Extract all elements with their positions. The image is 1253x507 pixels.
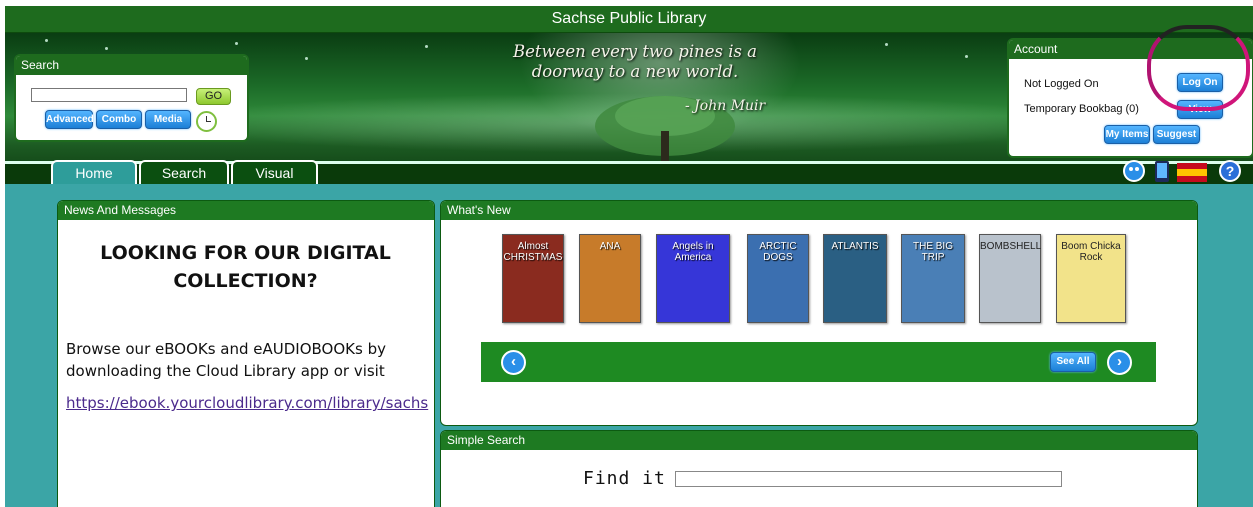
news-title: LOOKING FOR OUR DIGITAL COLLECTION?	[58, 239, 433, 295]
login-status: Not Logged On	[1024, 78, 1099, 90]
media-search-button[interactable]: Media	[145, 110, 191, 129]
find-it-input[interactable]	[675, 471, 1062, 487]
news-panel-header: News And Messages	[58, 201, 434, 220]
header-icon-group: ?	[1123, 160, 1241, 182]
svg-text:?: ?	[1226, 163, 1235, 179]
news-body-line-2: downloading the Cloud Library app or vis…	[66, 362, 385, 380]
cover-title: THE BIG TRIP	[912, 241, 953, 263]
news-body: Browse our eBOOKs and eAUDIOBOOKs by dow…	[66, 338, 426, 382]
cover-title: Almost CHRISTMAS	[503, 241, 563, 263]
cover-arctic-dogs[interactable]: ARCTIC DOGS	[747, 234, 809, 323]
quote-author: - John Muir	[685, 98, 766, 114]
cover-almost-christmas[interactable]: Almost CHRISTMAS	[502, 234, 564, 323]
combo-search-button[interactable]: Combo	[96, 110, 142, 129]
cover-title: Angels in America	[672, 241, 714, 263]
tab-visual[interactable]: Visual	[231, 160, 318, 185]
quote-line-2: doorway to a new world.	[531, 62, 739, 81]
my-items-button[interactable]: My Items	[1104, 125, 1150, 144]
arrow-right-icon[interactable]: ›	[1107, 350, 1132, 375]
account-box: Account Not Logged On Log On Temporary B…	[1007, 38, 1253, 158]
banner-quote: Between every two pines is a doorway to …	[460, 42, 810, 114]
tab-search[interactable]: Search	[139, 160, 229, 185]
simple-search-header: Simple Search	[441, 431, 1197, 450]
whats-new-panel: What's New Almost CHRISTMAS ANA Angels in …	[440, 200, 1198, 426]
cover-title: Boom Chicka Rock	[1061, 241, 1121, 263]
bookbag-label: Temporary Bookbag (0)	[1024, 103, 1139, 115]
go-button[interactable]: GO	[196, 88, 231, 105]
help-icon[interactable]: ?	[1219, 160, 1241, 182]
cover-title: BOMBSHELL	[980, 241, 1042, 252]
quick-search-box: Search GO Advanced Combo Media	[14, 54, 249, 142]
clock-icon[interactable]	[196, 111, 217, 132]
news-title-line-1: LOOKING FOR OUR DIGITAL	[100, 242, 391, 264]
advanced-search-button[interactable]: Advanced	[45, 110, 94, 129]
quote-line-1: Between every two pines is a	[512, 42, 758, 61]
news-body-line-1: Browse our eBOOKs and eAUDIOBOOKs by	[66, 340, 386, 358]
cover-title: ARCTIC DOGS	[759, 241, 797, 263]
main-content-area: News And Messages LOOKING FOR OUR DIGITA…	[5, 184, 1253, 507]
news-panel: News And Messages LOOKING FOR OUR DIGITA…	[57, 200, 435, 507]
cover-boom-chicka-rock[interactable]: Boom Chicka Rock	[1056, 234, 1126, 323]
tab-home[interactable]: Home	[51, 160, 137, 185]
site-title: Sachse Public Library	[551, 10, 707, 27]
cover-big-trip[interactable]: THE BIG TRIP	[901, 234, 965, 323]
accessibility-icon[interactable]	[1123, 160, 1145, 182]
mobile-icon[interactable]	[1155, 161, 1169, 182]
view-bookbag-button[interactable]: View	[1177, 100, 1223, 119]
find-it-label: Find it	[583, 468, 666, 489]
simple-search-panel: Simple Search Find it	[440, 430, 1198, 507]
search-box-header: Search	[16, 56, 247, 75]
cover-bombshell[interactable]: BOMBSHELL	[979, 234, 1041, 323]
quick-search-input[interactable]	[31, 88, 187, 102]
see-all-button[interactable]: See All	[1050, 352, 1096, 372]
whats-new-header: What's New	[441, 201, 1197, 220]
cloud-library-link[interactable]: https://ebook.yourcloudlibrary.com/libra…	[66, 394, 428, 412]
news-title-line-2: COLLECTION?	[173, 270, 318, 292]
site-title-bar: Sachse Public Library	[5, 6, 1253, 33]
cover-angels-in-america[interactable]: Angels in America	[656, 234, 730, 323]
spanish-flag-icon[interactable]	[1177, 163, 1207, 182]
account-header: Account	[1009, 40, 1252, 59]
cover-title: ATLANTIS	[831, 241, 879, 252]
cover-title: ANA	[599, 241, 621, 252]
suggest-button[interactable]: Suggest	[1153, 125, 1200, 144]
carousel-nav-bar: ‹ See All ›	[481, 342, 1156, 382]
log-on-button[interactable]: Log On	[1177, 73, 1223, 92]
cover-ana[interactable]: ANA	[579, 234, 641, 323]
arrow-left-icon[interactable]: ‹	[501, 350, 526, 375]
cover-atlantis[interactable]: ATLANTIS	[823, 234, 887, 323]
